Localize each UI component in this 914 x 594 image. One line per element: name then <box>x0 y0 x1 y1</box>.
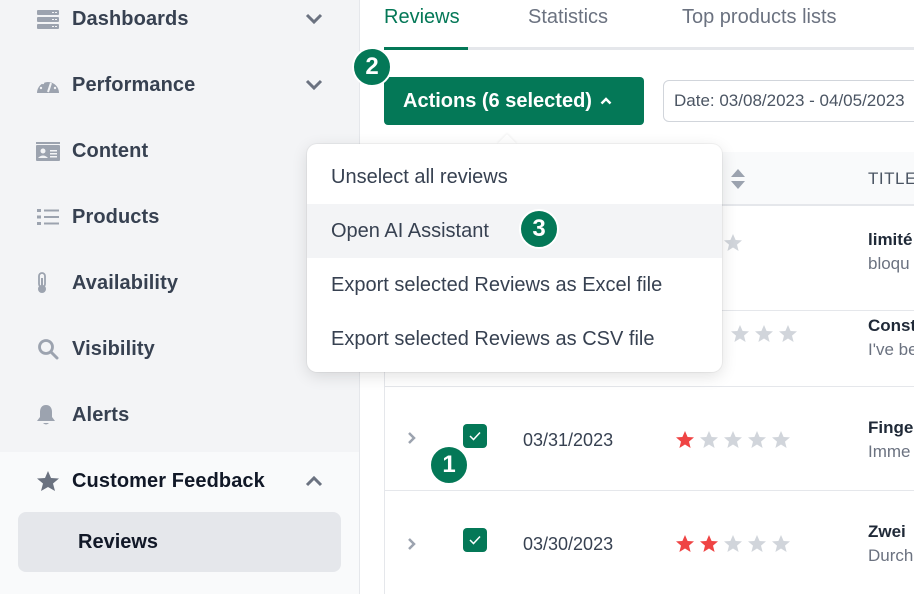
search-icon <box>36 338 60 360</box>
chevron-down-icon[interactable] <box>302 73 326 97</box>
sidebar-item-label: Alerts <box>72 403 130 426</box>
star-empty-icon <box>772 535 790 552</box>
review-title: Const <box>868 316 914 335</box>
tab-reviews[interactable]: Reviews <box>384 6 460 29</box>
star-filled-icon <box>676 431 694 448</box>
review-body: I've be <box>868 340 914 359</box>
star-rating <box>675 534 791 554</box>
tab-top-products-lists[interactable]: Top products lists <box>682 6 837 29</box>
step-badge-3: 3 <box>519 209 559 249</box>
chevron-up-icon[interactable] <box>302 469 326 493</box>
star-empty-icon <box>724 431 742 448</box>
sidebar-item-label: Products <box>72 205 160 228</box>
tab-statistics[interactable]: Statistics <box>528 6 608 29</box>
sort-icon[interactable] <box>731 168 745 195</box>
sidebar-item-content[interactable]: Content <box>0 118 359 184</box>
star-filled-icon <box>700 535 718 552</box>
review-body: bloqu <box>868 254 910 273</box>
menu-item-export-csv[interactable]: Export selected Reviews as CSV file <box>307 312 722 366</box>
review-title: limité <box>868 230 913 249</box>
star-rating <box>675 430 791 450</box>
sidebar-item-alerts[interactable]: Alerts <box>0 382 359 448</box>
star-empty-icon <box>731 325 749 342</box>
review-body: Durch <box>868 546 914 565</box>
speedometer-icon <box>36 74 60 96</box>
sidebar-item-label: Availability <box>72 271 179 294</box>
menu-item-open-ai-assistant[interactable]: Open AI Assistant <box>307 204 722 258</box>
sidebar-subitem-label: Reviews <box>78 530 159 553</box>
sidebar-item-label: Dashboards <box>72 7 189 30</box>
review-body: Imme <box>868 442 911 461</box>
active-tab-indicator <box>384 47 468 50</box>
star-empty-icon <box>724 535 742 552</box>
chevron-right-icon[interactable] <box>407 431 417 450</box>
sidebar-subitem-reviews[interactable]: Reviews <box>18 512 341 572</box>
menu-item-unselect-all[interactable]: Unselect all reviews <box>307 150 722 204</box>
sidebar-item-availability[interactable]: Availability <box>0 250 359 316</box>
list-icon <box>36 206 60 228</box>
sidebar-item-label: Visibility <box>72 337 155 360</box>
review-date: 03/31/2023 <box>523 430 614 450</box>
sidebar-item-dashboards[interactable]: Dashboards <box>0 0 359 52</box>
column-header-title[interactable]: TITLE <box>868 169 914 189</box>
actions-button[interactable]: Actions (6 selected) <box>384 77 644 125</box>
star-empty-icon <box>724 234 742 251</box>
star-empty-icon <box>700 431 718 448</box>
actions-menu: Unselect all reviews Open AI Assistant E… <box>307 144 722 372</box>
sidebar-item-label: Content <box>72 139 149 162</box>
id-card-icon <box>36 140 60 162</box>
menu-item-export-excel[interactable]: Export selected Reviews as Excel file <box>307 258 722 312</box>
star-rating <box>730 324 798 344</box>
review-title: Finge <box>868 418 914 437</box>
sidebar-item-products[interactable]: Products <box>0 184 359 250</box>
tab-bar: Reviews Statistics Top products lists <box>384 0 914 50</box>
review-title: Zwei <box>868 522 906 541</box>
star-empty-icon <box>748 535 766 552</box>
row-checkbox[interactable] <box>463 528 487 552</box>
table-row[interactable]: 03/30/2023 Zwei Durch <box>385 492 914 594</box>
server-icon <box>36 8 60 30</box>
chevron-up-icon <box>600 97 612 105</box>
date-range-filter[interactable]: Date: 03/08/2023 - 04/05/2023 <box>663 80 914 122</box>
star-icon <box>36 470 60 492</box>
step-badge-2: 2 <box>352 47 392 87</box>
sidebar-item-label: Performance <box>72 73 196 96</box>
thermometer-icon <box>36 272 60 294</box>
star-empty-icon <box>748 431 766 448</box>
star-empty-icon <box>772 431 790 448</box>
sidebar: Dashboards Performance Content Products … <box>0 0 360 594</box>
star-empty-icon <box>779 325 797 342</box>
star-empty-icon <box>755 325 773 342</box>
sidebar-item-label: Customer Feedback <box>72 469 265 492</box>
sidebar-item-customer-feedback[interactable]: Customer Feedback <box>0 448 359 514</box>
chevron-down-icon[interactable] <box>302 7 326 31</box>
chevron-right-icon[interactable] <box>407 537 417 556</box>
review-date: 03/30/2023 <box>523 534 614 554</box>
row-checkbox[interactable] <box>463 424 487 448</box>
step-badge-1: 1 <box>429 445 469 485</box>
actions-button-label: Actions (6 selected) <box>403 89 592 112</box>
star-filled-icon <box>676 535 694 552</box>
sidebar-item-performance[interactable]: Performance <box>0 52 359 118</box>
bell-icon <box>36 404 60 426</box>
sidebar-item-visibility[interactable]: Visibility <box>0 316 359 382</box>
